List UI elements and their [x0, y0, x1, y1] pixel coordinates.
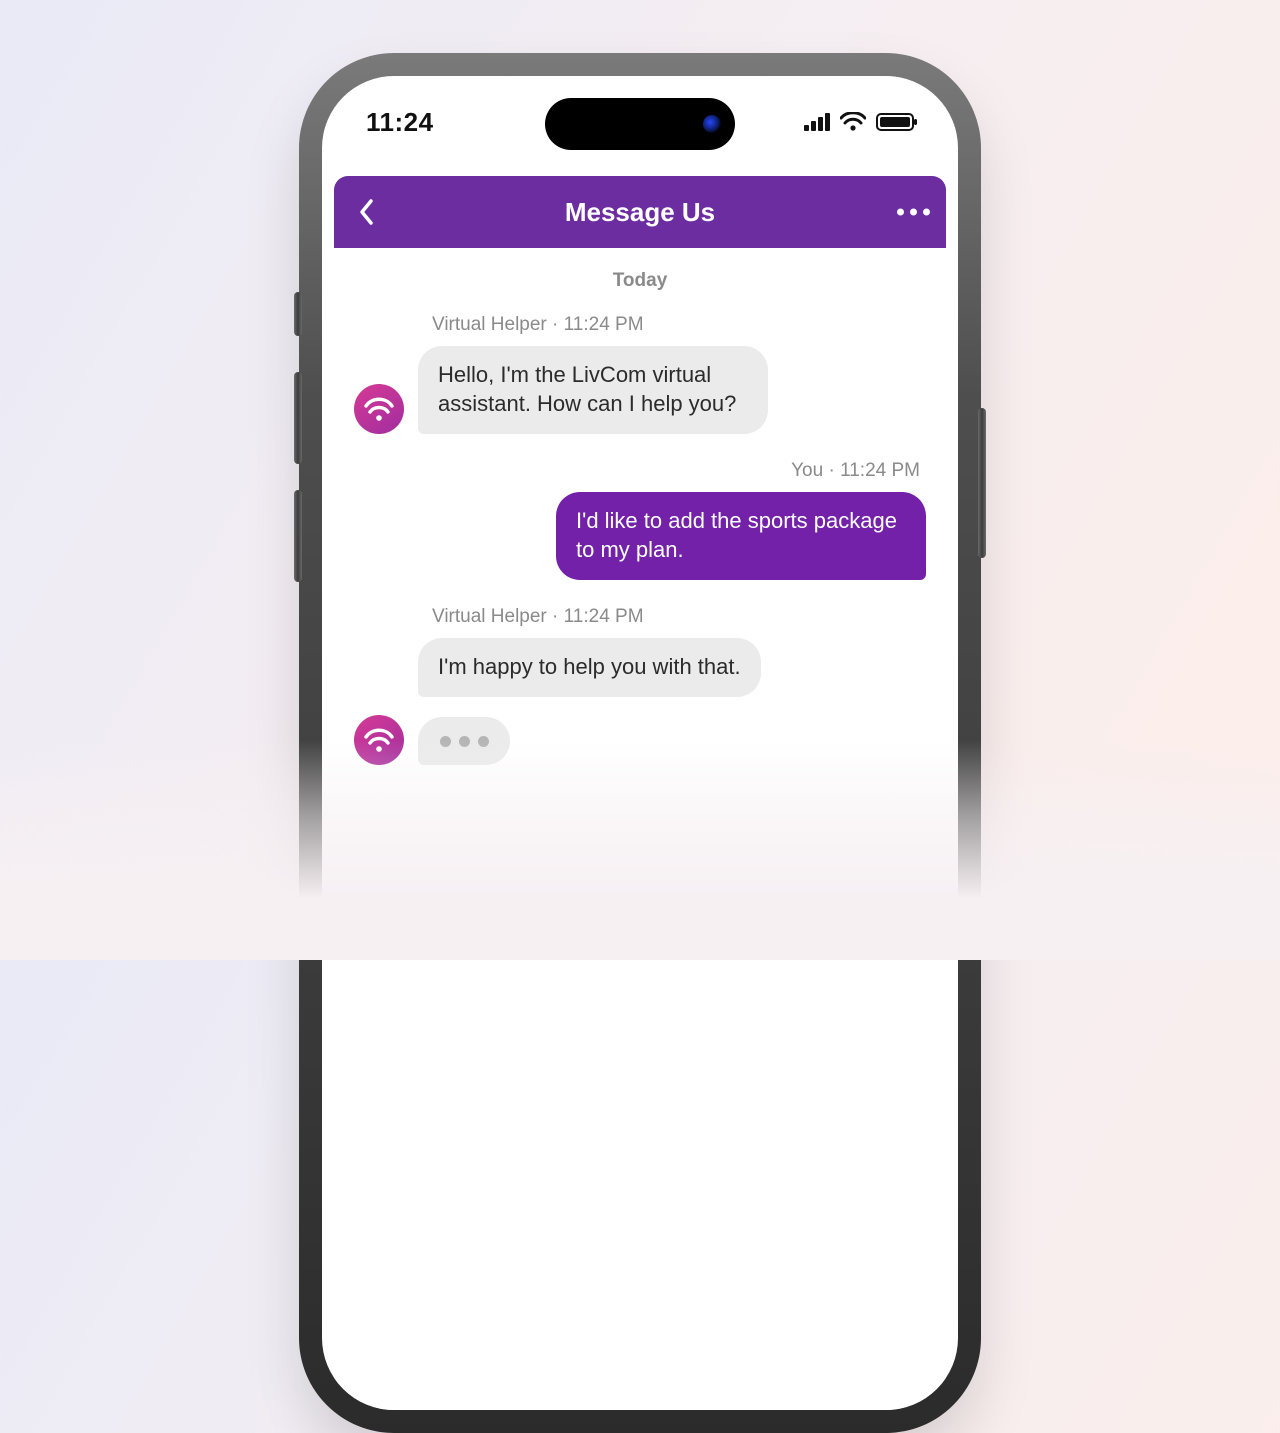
message-row: I'd like to add the sports package to my…	[354, 492, 926, 580]
chat-pane[interactable]: Today Virtual Helper · 11:24 PM Hello, I…	[334, 248, 946, 1410]
chat-header: Message Us	[334, 176, 946, 248]
phone-screen: 11:24 Message Us	[322, 76, 958, 1410]
message-meta: Virtual Helper · 11:24 PM	[432, 314, 926, 336]
message-meta: Virtual Helper · 11:24 PM	[432, 606, 926, 628]
dynamic-island	[545, 98, 735, 150]
battery-icon	[876, 113, 914, 131]
more-button[interactable]	[897, 209, 930, 216]
message-row: I'm happy to help you with that.	[354, 638, 926, 697]
status-time: 11:24	[366, 107, 434, 138]
header-title: Message Us	[565, 197, 715, 228]
typing-indicator	[418, 717, 510, 765]
phone-side-button	[294, 292, 302, 336]
agent-message: Hello, I'm the LivCom virtual assistant.…	[418, 346, 768, 434]
message-row: Hello, I'm the LivCom virtual assistant.…	[354, 346, 926, 434]
agent-message: I'm happy to help you with that.	[418, 638, 761, 697]
phone-frame: 11:24 Message Us	[304, 58, 976, 1428]
message-meta: You · 11:24 PM	[354, 460, 920, 482]
back-button[interactable]	[350, 195, 384, 229]
message-row	[354, 715, 926, 765]
cellular-icon	[804, 113, 830, 131]
user-message: I'd like to add the sports package to my…	[556, 492, 926, 580]
agent-avatar-icon	[354, 715, 404, 765]
phone-side-button	[978, 408, 986, 558]
date-separator: Today	[354, 270, 926, 292]
status-icons	[804, 112, 914, 132]
phone-side-button	[294, 490, 302, 582]
agent-avatar-icon	[354, 384, 404, 434]
wifi-icon	[840, 112, 866, 132]
phone-side-button	[294, 372, 302, 464]
